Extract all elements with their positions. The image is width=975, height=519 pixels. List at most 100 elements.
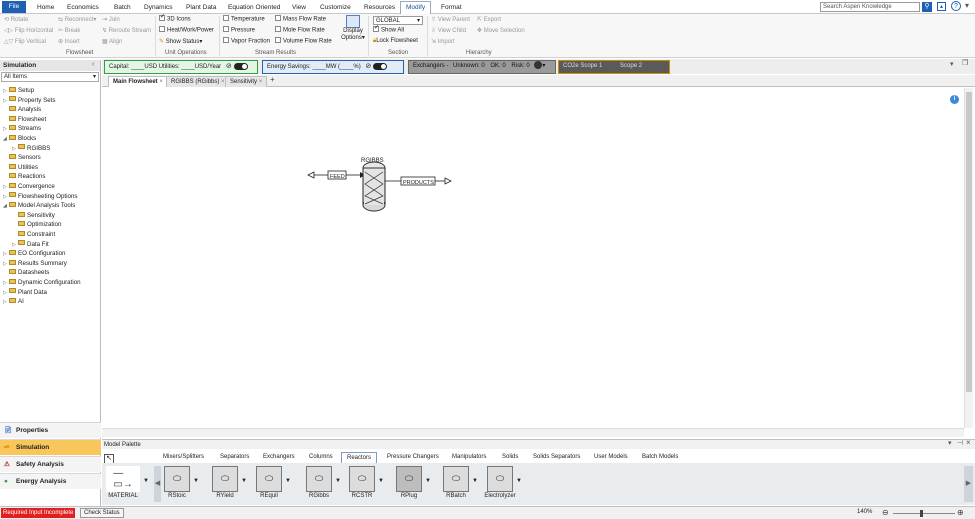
align-button[interactable]: ▦ Align <box>102 38 122 45</box>
chevron-down-icon[interactable]: ▼ <box>516 478 522 484</box>
pressure-checkbox[interactable]: Pressure <box>223 26 255 34</box>
add-tab-icon[interactable]: + <box>270 75 275 84</box>
palette-menu-icon[interactable]: ▾ <box>948 439 952 447</box>
tree-item[interactable]: ▷ Streams <box>3 124 41 133</box>
show-all-checkbox[interactable]: Show All <box>373 24 404 34</box>
info-icon[interactable]: i <box>950 95 959 104</box>
tab-mixers-splitters[interactable]: Mixers/Splitters <box>163 452 204 463</box>
collapse-pane-icon[interactable]: ‹ <box>92 61 94 68</box>
palette-model-rplug[interactable]: ⬭ <box>396 466 422 492</box>
tab-solids[interactable]: Solids <box>502 452 518 463</box>
tree-item[interactable]: Reactions <box>3 172 46 181</box>
close-icon[interactable]: × <box>159 79 163 85</box>
tree-item[interactable]: ▷ Convergence <box>3 182 55 191</box>
restore-icon[interactable]: ❐ <box>962 59 968 67</box>
tab-separators[interactable]: Separators <box>220 452 249 463</box>
tree-item[interactable]: ▷ EO Configuration <box>3 249 65 258</box>
menu-file[interactable]: File <box>2 1 26 13</box>
ribbon-options-icon[interactable]: ▾ <box>965 1 969 10</box>
zoom-slider-thumb[interactable] <box>920 510 923 517</box>
reroute-stream-button[interactable]: ↯ Reroute Stream <box>102 27 151 34</box>
rotate-button[interactable]: ⟲ Rotate <box>4 16 28 23</box>
close-icon[interactable]: × <box>221 79 225 85</box>
capital-panel[interactable]: Capital: ____USD Utilities: ____USD/Year… <box>104 60 258 74</box>
insert-button[interactable]: ⊕ Insert <box>58 38 80 45</box>
menu-dynamics[interactable]: Dynamics <box>144 2 173 13</box>
pin-icon[interactable]: ⊣ <box>957 439 963 447</box>
zoom-slider-track[interactable] <box>893 513 955 514</box>
menu-customize[interactable]: Customize <box>320 2 351 13</box>
reconnect-button[interactable]: ⇆ Reconnect▾ <box>58 16 96 23</box>
tab-batch-models[interactable]: Batch Models <box>642 452 678 463</box>
tree-item[interactable]: ▷ Data Fit <box>12 240 49 249</box>
exchangers-panel[interactable]: Exchangers - Unknown: 0 OK: 0 Risk: 0 ▾ <box>408 60 556 74</box>
tab-columns[interactable]: Columns <box>309 452 333 463</box>
chevron-down-icon[interactable]: ▾ <box>950 60 954 68</box>
palette-model-requil[interactable]: ⬭ <box>256 466 282 492</box>
tree-item[interactable]: ▷ Setup <box>3 86 34 95</box>
chevron-down-icon[interactable]: ▼ <box>335 478 341 484</box>
tab-user-models[interactable]: User Models <box>594 452 628 463</box>
tree-item[interactable]: ◢ Blocks <box>3 134 36 143</box>
nav-simulation[interactable]: ⇌ Simulation <box>0 439 101 455</box>
chevron-down-icon[interactable]: ▼ <box>425 478 431 484</box>
energy-panel[interactable]: Energy Savings: ____MW (____%) ⊘ <box>262 60 404 74</box>
scrollbar-thumb[interactable] <box>966 92 972 392</box>
menu-modify[interactable]: Modify <box>400 1 432 14</box>
chevron-down-icon[interactable]: ▼ <box>378 478 384 484</box>
view-child-button[interactable]: ⇩ View Child <box>431 27 466 34</box>
display-options-button[interactable]: Display Options▾ <box>340 15 366 49</box>
tree-item[interactable]: ◢ Model Analysis Tools <box>3 201 75 210</box>
tree-item[interactable]: Datasheets <box>3 268 49 277</box>
energy-toggle[interactable] <box>373 62 388 70</box>
move-selection-button[interactable]: ✥ Move Selection <box>477 27 525 34</box>
help-icon[interactable]: ? <box>951 1 961 11</box>
mass-flow-checkbox[interactable]: Mass Flow Rate <box>275 15 326 23</box>
tab-pressure-changers[interactable]: Pressure Changers <box>387 452 439 463</box>
nav-energy-analysis[interactable]: ● Energy Analysis <box>0 473 101 489</box>
zoom-in-icon[interactable]: ⊕ <box>957 508 964 517</box>
palette-model-electrolyzer[interactable]: ⬭ <box>487 466 513 492</box>
flip-horizontal-button[interactable]: ◁▷ Flip Horizontal <box>4 27 53 34</box>
vertical-scrollbar[interactable] <box>964 88 973 428</box>
lock-flowsheet-button[interactable]: 🔒︎Lock Flowsheet <box>373 38 418 45</box>
palette-model-material[interactable]: —▭→ <box>106 466 140 492</box>
tree-item[interactable]: ▷ Property Sets <box>3 96 56 105</box>
collapse-ribbon-icon[interactable]: ▴ <box>937 2 946 11</box>
tab-exchangers[interactable]: Exchangers <box>263 452 295 463</box>
show-status-button[interactable]: ✎ Show Status▾ <box>159 38 202 45</box>
menu-home[interactable]: Home <box>37 2 54 13</box>
menu-resources[interactable]: Resources <box>364 2 395 13</box>
nav-properties[interactable]: 📄︎ Properties <box>0 422 101 438</box>
chevron-down-icon[interactable]: ▼ <box>472 478 478 484</box>
vapor-fraction-checkbox[interactable]: Vapor Fraction <box>223 37 270 45</box>
menu-format[interactable]: Format <box>441 2 462 13</box>
nav-safety-analysis[interactable]: ⚠︎ Safety Analysis <box>0 456 101 472</box>
tab-rgibbs[interactable]: RGIBBS (RGibbs) × <box>166 76 230 87</box>
tab-main-flowsheet[interactable]: Main Flowsheet × <box>108 76 168 87</box>
tree-item[interactable]: Flowsheet <box>3 115 46 124</box>
mole-flow-checkbox[interactable]: Mole Flow Rate <box>275 26 325 34</box>
menu-equation-oriented[interactable]: Equation Oriented <box>228 2 280 13</box>
tree-item[interactable]: ▷ Flowsheeting Options <box>3 192 78 201</box>
temperature-checkbox[interactable]: Temperature <box>223 15 265 23</box>
tab-reactors[interactable]: Reactors <box>341 452 378 463</box>
3d-icons-checkbox[interactable]: 3D Icons <box>159 13 191 23</box>
close-icon[interactable]: × <box>259 79 263 85</box>
break-button[interactable]: ✂ Break <box>58 27 80 34</box>
import-button[interactable]: ⇲ Import <box>431 38 455 45</box>
tree-item[interactable]: Utilities <box>3 163 38 172</box>
chevron-down-icon[interactable]: ▼ <box>285 478 291 484</box>
tab-solids-separators[interactable]: Solids Separators <box>533 452 580 463</box>
tree-item[interactable]: ▷ Results Summary <box>3 259 67 268</box>
menu-plant-data[interactable]: Plant Data <box>186 2 216 13</box>
search-input[interactable]: Search Aspen Knowledge <box>820 2 920 12</box>
zoom-out-icon[interactable]: ⊖ <box>882 508 889 517</box>
palette-model-ryield[interactable]: ⬭ <box>212 466 238 492</box>
tree-item[interactable]: ▷ Plant Data <box>3 288 47 297</box>
tab-manipulators[interactable]: Manipulators <box>452 452 486 463</box>
close-icon[interactable]: × <box>966 438 971 447</box>
palette-model-rgibbs[interactable]: ⬭ <box>306 466 332 492</box>
check-status-button[interactable]: Check Status <box>80 508 124 518</box>
chevron-down-icon[interactable]: ▼ <box>193 478 199 484</box>
